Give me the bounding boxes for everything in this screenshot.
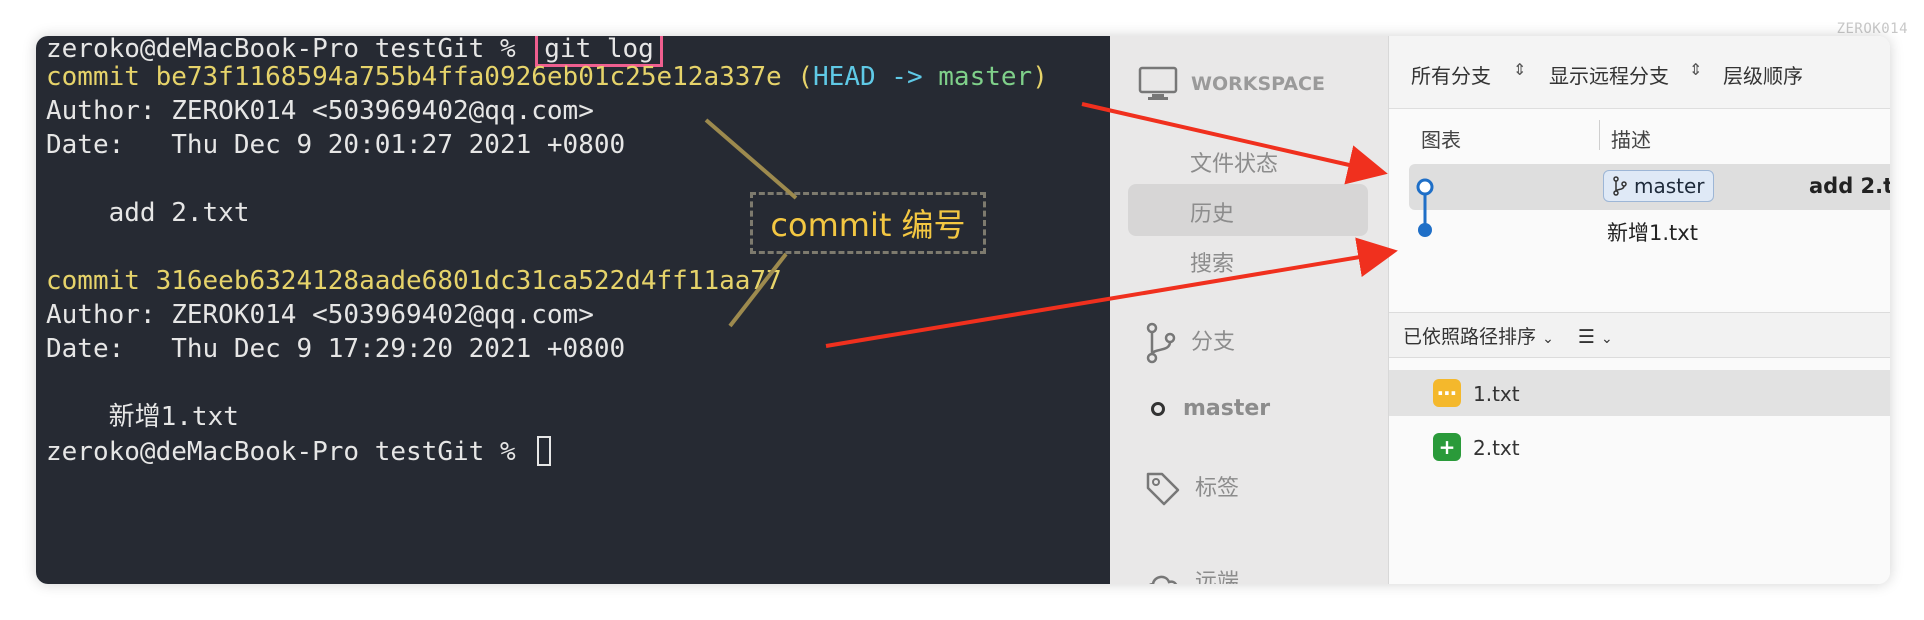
file-name-2[interactable]: 2.txt — [1473, 436, 1520, 460]
hierarchy-select[interactable]: 层级顺序 — [1723, 60, 1803, 89]
sidebar-active-highlight — [1128, 184, 1368, 236]
master-branch-tag[interactable]: master — [1603, 170, 1714, 202]
file-row-selected[interactable] — [1389, 370, 1890, 416]
ref-arrow: -> — [875, 62, 939, 92]
commit-id-annotation: commit 编号 — [750, 192, 986, 254]
sidebar-item-tags[interactable]: 标签 — [1144, 470, 1239, 508]
author-line-1: Author: ZEROK014 <503969402@qq.com> — [46, 96, 594, 126]
remote-label: 远端 — [1195, 570, 1240, 584]
monitor-icon — [1138, 66, 1178, 100]
commit-graph — [1416, 178, 1434, 237]
column-separator — [1599, 120, 1600, 150]
added-file-icon[interactable]: + — [1433, 433, 1461, 461]
sort-by-path-dropdown[interactable]: 已依照路径排序 ⌄ ☰ ⌄ — [1403, 322, 1613, 349]
terminal-prompt-line: zeroko@deMacBook-Pro testGit % git log — [46, 36, 663, 67]
branch-dot-icon — [1151, 402, 1165, 416]
chevron-down-icon: ⌄ — [1542, 331, 1554, 347]
message-line-1: add 2.txt — [46, 198, 250, 228]
message-line-2: 新增1.txt — [46, 402, 239, 432]
branch-icon — [1146, 322, 1176, 364]
commit-message-2[interactable]: 新增1.txt — [1607, 217, 1698, 247]
commit-message-1: add 2.txt — [1809, 174, 1890, 198]
screenshot-frame: zeroko@deMacBook-Pro testGit % git log c… — [36, 36, 1890, 584]
column-header-description[interactable]: 描述 — [1611, 124, 1651, 153]
head-ref: HEAD — [813, 62, 876, 92]
panel-divider — [1389, 357, 1890, 358]
tag-icon — [1146, 472, 1180, 506]
history-panel: 所有分支 ⇕ 显示远程分支 ⇕ 层级顺序 图表 描述 master add 2.… — [1388, 36, 1890, 584]
cloud-icon — [1149, 575, 1178, 584]
ref-close: ) — [1032, 62, 1048, 92]
prompt-text-2: zeroko@deMacBook-Pro testGit % — [46, 437, 532, 467]
workspace-section: WORKSPACE — [1138, 66, 1325, 102]
prompt-text: zeroko@deMacBook-Pro testGit % — [46, 36, 532, 64]
commit-line-1: commit be73f1168594a755b4ffa0926eb01c25e… — [46, 62, 1048, 92]
author-line-2: Author: ZEROK014 <503969402@qq.com> — [46, 300, 594, 330]
commit-node-icon — [1418, 223, 1432, 237]
workspace-label: WORKSPACE — [1191, 73, 1325, 95]
show-remote-select[interactable]: 显示远程分支 — [1549, 60, 1669, 89]
sort-label: 已依照路径排序 — [1403, 326, 1537, 348]
date-line-1: Date: Thu Dec 9 20:01:27 2021 +0800 — [46, 130, 626, 160]
commit-hash-1: commit be73f1168594a755b4ffa0926eb01c25e… — [46, 62, 814, 92]
updown-chevron-icon: ⇕ — [1689, 60, 1703, 79]
tags-label: 标签 — [1195, 476, 1240, 501]
commit-line-2: commit 316eeb6324128aade6801dc31ca522d4f… — [46, 266, 782, 296]
chevron-down-icon: ⌄ — [1600, 331, 1613, 347]
branches-label: 分支 — [1191, 330, 1236, 355]
sidebar-item-remote[interactable]: 远端 — [1144, 564, 1239, 584]
branch-ref: master — [938, 62, 1033, 92]
date-line-2: Date: Thu Dec 9 17:29:20 2021 +0800 — [46, 334, 626, 364]
commit-node-head-icon — [1416, 178, 1434, 196]
all-branches-select[interactable]: 所有分支 — [1411, 60, 1491, 89]
branch-small-icon — [1613, 176, 1627, 196]
list-icon: ☰ — [1577, 326, 1595, 348]
sidebar-item-branches[interactable]: 分支 — [1144, 322, 1235, 364]
cursor-block — [537, 436, 552, 466]
modified-file-icon: ⋯ — [1433, 379, 1461, 407]
sidebar-item-search[interactable]: 搜索 — [1190, 246, 1234, 278]
branch-tag-label: master — [1634, 174, 1705, 198]
terminal-last-prompt: zeroko@deMacBook-Pro testGit % — [46, 436, 552, 467]
updown-chevron-icon: ⇕ — [1513, 60, 1527, 79]
terminal-panel[interactable]: zeroko@deMacBook-Pro testGit % git log c… — [36, 36, 1110, 584]
sidebar-item-history[interactable]: 历史 — [1190, 196, 1234, 228]
sidebar-item-file-status[interactable]: 文件状态 — [1190, 146, 1278, 178]
history-toolbar: 所有分支 ⇕ 显示远程分支 ⇕ 层级顺序 — [1389, 36, 1890, 109]
master-label: master — [1183, 396, 1271, 421]
file-name-1: 1.txt — [1473, 382, 1520, 406]
column-header-graph[interactable]: 图表 — [1421, 124, 1461, 153]
watermark: ZEROK014 — [1836, 21, 1908, 37]
sourcetree-sidebar: WORKSPACE 文件状态 历史 搜索 分支 master 标签 远端 — [1110, 36, 1388, 584]
sidebar-item-master[interactable]: master — [1150, 396, 1270, 421]
